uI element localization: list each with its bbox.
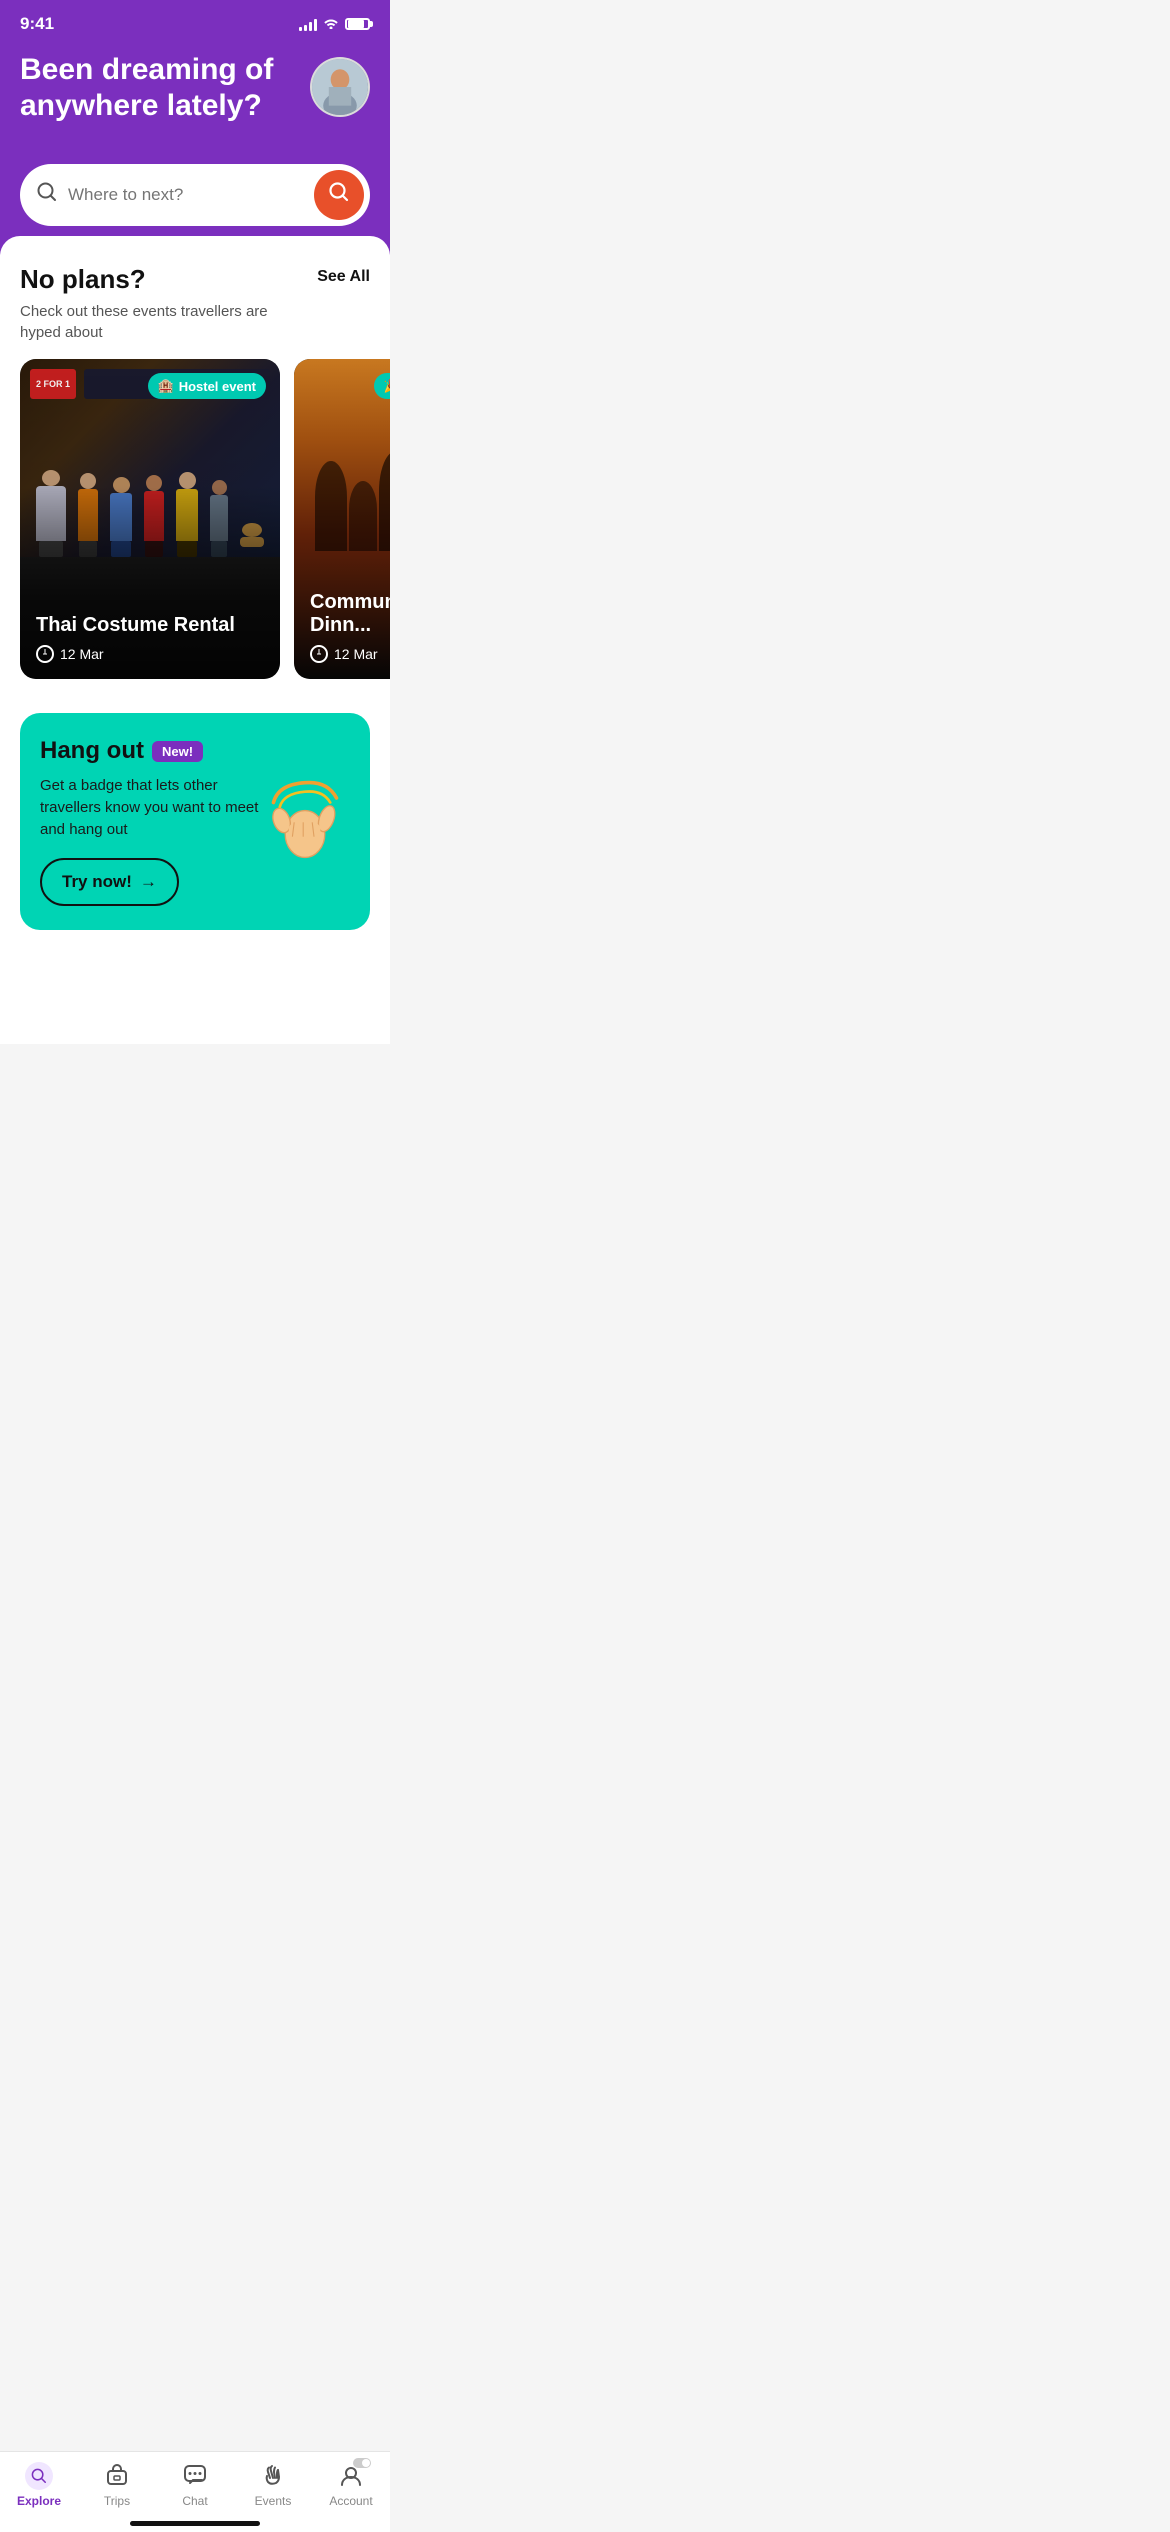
chat-icon bbox=[182, 2463, 208, 2489]
wifi-icon bbox=[323, 17, 339, 32]
free-event-icon: 🎉 bbox=[384, 378, 390, 394]
home-indicator bbox=[130, 2521, 260, 2526]
clock-icon-2 bbox=[310, 645, 328, 663]
events-icon-wrap bbox=[259, 2462, 287, 2490]
status-icons bbox=[299, 17, 370, 32]
chat-icon-wrap bbox=[181, 2462, 209, 2490]
nav-label-trips: Trips bbox=[104, 2494, 130, 2508]
trips-icon bbox=[104, 2463, 130, 2489]
nav-item-account[interactable]: Account bbox=[321, 2462, 381, 2508]
explore-icon bbox=[30, 2463, 48, 2489]
clock-icon-1 bbox=[36, 645, 54, 663]
nav-item-chat[interactable]: Chat bbox=[165, 2462, 225, 2508]
header-section: Been dreaming of anywhere lately? bbox=[0, 42, 390, 164]
nav-item-events[interactable]: Events bbox=[243, 2462, 303, 2508]
event-name-1: Thai Costume Rental bbox=[36, 614, 264, 637]
events-scroll: 2 FOR 1 🏨 Hostel event Thai Costume Rent… bbox=[0, 359, 390, 689]
battery-icon bbox=[345, 18, 370, 30]
try-now-button[interactable]: Try now! → bbox=[40, 858, 179, 906]
search-bar[interactable] bbox=[20, 164, 370, 226]
nav-label-chat: Chat bbox=[182, 2494, 207, 2508]
avatar[interactable] bbox=[310, 57, 370, 117]
new-badge: New! bbox=[152, 741, 203, 762]
search-icon-left bbox=[36, 181, 58, 209]
arrow-right-icon: → bbox=[140, 872, 157, 892]
no-plans-subtitle: Check out these events travellers are hy… bbox=[20, 301, 280, 343]
main-content: No plans? Check out these events travell… bbox=[0, 236, 390, 1044]
avatar-image bbox=[312, 57, 368, 117]
nav-item-trips[interactable]: Trips bbox=[87, 2462, 147, 2508]
status-bar: 9:41 bbox=[0, 0, 390, 42]
explore-icon-wrap bbox=[25, 2462, 53, 2490]
search-button-icon bbox=[328, 181, 350, 209]
no-plans-title: No plans? bbox=[20, 264, 280, 295]
hangout-section: Hang out New! Get a badge that lets othe… bbox=[20, 713, 370, 930]
nav-label-account: Account bbox=[329, 2494, 372, 2508]
nav-label-events: Events bbox=[255, 2494, 292, 2508]
event-date-2: 12 Mar bbox=[310, 645, 390, 663]
event-date-1: 12 Mar bbox=[36, 645, 264, 663]
event-card-1[interactable]: 2 FOR 1 🏨 Hostel event Thai Costume Rent… bbox=[20, 359, 280, 679]
hangloose-hand-icon bbox=[260, 771, 350, 861]
bottom-nav: Explore Trips Chat bbox=[0, 2451, 390, 2532]
search-button[interactable] bbox=[314, 170, 364, 220]
hangout-description: Get a badge that lets other travellers k… bbox=[40, 775, 260, 840]
event-card-2[interactable]: 🎉 Free event Communal Dinn... 12 Mar bbox=[294, 359, 390, 679]
event-tag-1: 🏨 Hostel event bbox=[148, 373, 267, 399]
account-icon-wrap bbox=[337, 2462, 365, 2490]
events-icon bbox=[260, 2463, 286, 2489]
trips-icon-wrap bbox=[103, 2462, 131, 2490]
nav-label-explore: Explore bbox=[17, 2494, 61, 2508]
see-all-button[interactable]: See All bbox=[317, 264, 370, 286]
nav-item-explore[interactable]: Explore bbox=[9, 2462, 69, 2508]
hangout-title: Hang out bbox=[40, 737, 144, 765]
hostel-icon: 🏨 bbox=[158, 378, 174, 394]
hangout-emoji bbox=[260, 771, 350, 872]
signal-icon bbox=[299, 17, 317, 31]
search-input[interactable] bbox=[68, 185, 304, 205]
event-name-2: Communal Dinn... bbox=[310, 591, 390, 637]
no-plans-section-header: No plans? Check out these events travell… bbox=[20, 264, 370, 343]
header-title: Been dreaming of anywhere lately? bbox=[20, 52, 280, 124]
status-time: 9:41 bbox=[20, 14, 54, 34]
